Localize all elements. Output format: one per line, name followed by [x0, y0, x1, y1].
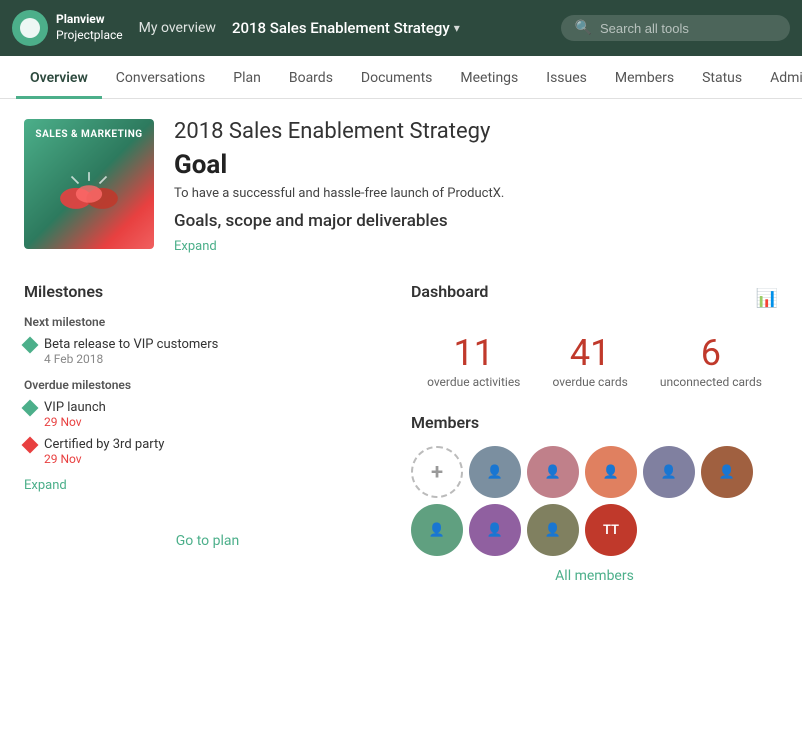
tab-boards[interactable]: Boards	[275, 56, 347, 98]
top-bar: Planview Projectplace My overview 2018 S…	[0, 0, 802, 56]
goal-description: To have a successful and hassle-free lau…	[174, 186, 778, 201]
next-milestone-name: Beta release to VIP customers	[44, 337, 218, 352]
avatar-face-6: 👤	[429, 523, 445, 538]
member-avatar-4[interactable]: 👤	[643, 446, 695, 498]
project-header: SALES & MARKETING 2018 Sales Enablement …	[24, 119, 778, 254]
tab-issues[interactable]: Issues	[532, 56, 601, 98]
logo-text: Planview Projectplace	[56, 12, 123, 43]
logo-icon	[12, 10, 48, 46]
member-avatar-2[interactable]: 👤	[527, 446, 579, 498]
stat-overdue-cards-label: overdue cards	[553, 375, 628, 389]
tab-documents[interactable]: Documents	[347, 56, 446, 98]
stat-overdue-activities-label: overdue activities	[427, 375, 520, 389]
my-overview-link[interactable]: My overview	[139, 20, 216, 36]
overdue-milestone-1-date: 29 Nov	[44, 415, 106, 429]
stat-overdue-cards: 41 overdue cards	[553, 335, 628, 389]
overdue-milestones-label: Overdue milestones	[24, 378, 391, 392]
avatar-face-3: 👤	[603, 465, 619, 480]
dashboard-title: Dashboard	[411, 282, 488, 301]
main-content: SALES & MARKETING 2018 Sales Enablement …	[0, 99, 802, 604]
milestones-title: Milestones	[24, 282, 391, 301]
tab-members[interactable]: Members	[601, 56, 688, 98]
tab-bar: Overview Conversations Plan Boards Docum…	[0, 56, 802, 99]
goal-heading: Goal	[174, 150, 778, 180]
member-avatar-7[interactable]: 👤	[469, 504, 521, 556]
logo-area[interactable]: Planview Projectplace	[12, 10, 123, 46]
members-title: Members	[411, 413, 778, 432]
project-selector[interactable]: 2018 Sales Enablement Strategy ▾	[232, 19, 460, 37]
avatar-face-5: 👤	[719, 465, 735, 480]
search-icon: 🔍	[575, 20, 592, 36]
tab-overview[interactable]: Overview	[16, 56, 102, 98]
avatar-face-7: 👤	[487, 523, 503, 538]
avatar-face-2: 👤	[545, 465, 561, 480]
member-avatar-6[interactable]: 👤	[411, 504, 463, 556]
stat-unconnected-cards-number: 6	[660, 335, 762, 371]
avatar-face-1: 👤	[487, 465, 503, 480]
two-col-layout: Milestones Next milestone Beta release t…	[24, 282, 778, 584]
member-avatar-8[interactable]: 👤	[527, 504, 579, 556]
overdue-milestone-1-name: VIP launch	[44, 400, 106, 415]
avatar-face-4: 👤	[661, 465, 677, 480]
avatars-grid: + 👤 👤 👤 👤 👤	[411, 446, 778, 556]
tab-status[interactable]: Status	[688, 56, 756, 98]
stat-overdue-activities: 11 overdue activities	[427, 335, 520, 389]
member-avatar-1[interactable]: 👤	[469, 446, 521, 498]
members-section: Members + 👤 👤 👤 👤	[411, 413, 778, 584]
tab-conversations[interactable]: Conversations	[102, 56, 219, 98]
all-members-link[interactable]: All members	[411, 568, 778, 584]
search-input[interactable]	[600, 21, 776, 36]
add-member-button[interactable]: +	[411, 446, 463, 498]
stat-unconnected-cards: 6 unconnected cards	[660, 335, 762, 389]
milestone-diamond-green-2	[22, 400, 39, 417]
avatar-initials-tt: TT	[603, 523, 619, 538]
overdue-milestone-2-date: 29 Nov	[44, 452, 164, 466]
expand-link[interactable]: Expand	[174, 239, 217, 254]
milestones-expand-link[interactable]: Expand	[24, 478, 67, 493]
next-milestone-label: Next milestone	[24, 315, 391, 329]
stat-unconnected-cards-label: unconnected cards	[660, 375, 762, 389]
dashboard-header: Dashboard 📊	[411, 282, 778, 315]
goals-subheading: Goals, scope and major deliverables	[174, 211, 778, 231]
overdue-milestone-1: VIP launch 29 Nov	[24, 400, 391, 429]
go-to-plan-link[interactable]: Go to plan	[24, 533, 391, 549]
tab-administration[interactable]: Administration	[756, 56, 802, 98]
tab-meetings[interactable]: Meetings	[446, 56, 532, 98]
overdue-milestone-2: Certified by 3rd party 29 Nov	[24, 437, 391, 466]
milestones-section: Milestones Next milestone Beta release t…	[24, 282, 391, 584]
member-avatar-tt[interactable]: TT	[585, 504, 637, 556]
project-thumbnail-svg	[54, 159, 124, 229]
next-milestone-item: Beta release to VIP customers 4 Feb 2018	[24, 337, 391, 366]
project-info: 2018 Sales Enablement Strategy Goal To h…	[174, 119, 778, 254]
next-milestone-date: 4 Feb 2018	[44, 352, 218, 366]
project-image-label: SALES & MARKETING	[24, 129, 154, 140]
milestone-diamond-red	[22, 437, 39, 454]
milestone-diamond-green	[22, 337, 39, 354]
stat-overdue-cards-number: 41	[553, 335, 628, 371]
search-bar[interactable]: 🔍	[561, 15, 790, 41]
project-selector-label: 2018 Sales Enablement Strategy	[232, 19, 450, 37]
tab-plan[interactable]: Plan	[219, 56, 275, 98]
stat-overdue-activities-number: 11	[427, 335, 520, 371]
overdue-milestone-2-name: Certified by 3rd party	[44, 437, 164, 452]
project-title: 2018 Sales Enablement Strategy	[174, 119, 778, 144]
project-image: SALES & MARKETING	[24, 119, 154, 249]
stats-row: 11 overdue activities 41 overdue cards 6…	[411, 335, 778, 389]
member-avatar-5[interactable]: 👤	[701, 446, 753, 498]
avatar-face-8: 👤	[545, 523, 561, 538]
chart-icon[interactable]: 📊	[756, 288, 778, 309]
member-avatar-3[interactable]: 👤	[585, 446, 637, 498]
chevron-down-icon: ▾	[454, 21, 460, 35]
right-col: Dashboard 📊 11 overdue activities 41 ove…	[411, 282, 778, 584]
